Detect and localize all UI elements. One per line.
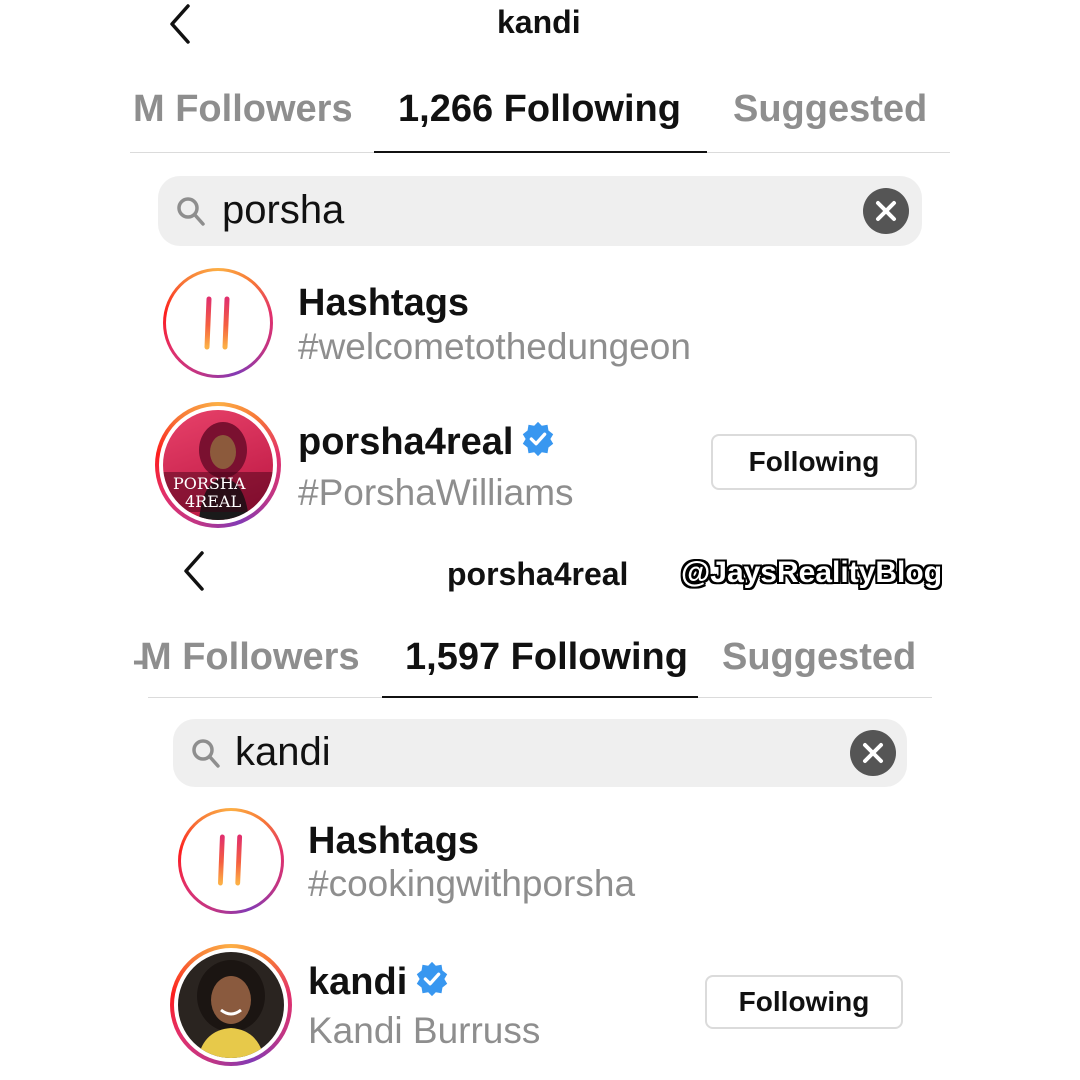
back-arrow-icon[interactable] <box>160 2 204 46</box>
user-row-subtitle: Kandi Burruss <box>308 1010 541 1051</box>
tab-following[interactable]: 1,266 Following <box>398 88 681 131</box>
tab-suggested[interactable]: Suggested <box>722 636 916 679</box>
search-input[interactable]: porsha <box>222 188 344 233</box>
search-icon <box>191 738 221 775</box>
username-text: porsha4real <box>298 421 514 464</box>
verified-badge-icon <box>413 960 451 1008</box>
hashtag-avatar <box>163 268 273 378</box>
watermark: @JaysRealityBlog <box>681 556 943 589</box>
following-button[interactable]: Following <box>705 975 903 1029</box>
avatar: PORSHA 4REAL <box>163 410 273 520</box>
username-text: kandi <box>308 961 408 1004</box>
hashtag-row-subtitle: #cookingwithporsha <box>308 863 636 904</box>
tab-followers[interactable]: M Followers <box>133 88 353 131</box>
username: kandi <box>308 960 451 1008</box>
page-title: porsha4real <box>447 556 629 592</box>
tab-following[interactable]: 1,597 Following <box>405 636 688 679</box>
search-input[interactable]: kandi <box>235 730 331 775</box>
back-arrow-icon[interactable] <box>174 549 218 593</box>
avatar-ring: PORSHA 4REAL <box>155 402 281 528</box>
avatar-text: PORSHA <box>173 474 246 493</box>
avatar <box>178 952 284 1058</box>
username: porsha4real <box>298 420 557 468</box>
hashtag-row-title: Hashtags <box>298 282 470 324</box>
hashtag-icon <box>192 295 244 356</box>
hashtag-avatar <box>178 808 284 914</box>
clear-search-icon[interactable] <box>863 188 909 234</box>
clear-search-icon[interactable] <box>850 730 896 776</box>
avatar-ring <box>170 944 292 1066</box>
search-bar[interactable]: porsha <box>158 176 922 246</box>
hashtag-icon <box>206 833 256 892</box>
page-title: kandi <box>497 4 581 40</box>
search-bar[interactable]: kandi <box>173 719 907 787</box>
verified-badge-icon <box>519 420 557 468</box>
tab-followers[interactable]: ̵M Followers <box>140 636 360 679</box>
avatar-text: 4REAL <box>185 492 241 511</box>
active-tab-underline <box>374 151 707 153</box>
following-button[interactable]: Following <box>711 434 917 490</box>
tab-suggested[interactable]: Suggested <box>733 88 927 131</box>
hashtag-row-subtitle: #welcometothedungeon <box>298 326 691 367</box>
hashtag-row-title: Hashtags <box>308 820 480 862</box>
active-tab-underline <box>382 696 698 698</box>
user-row-subtitle: #PorshaWilliams <box>298 472 574 513</box>
search-icon <box>176 196 206 233</box>
